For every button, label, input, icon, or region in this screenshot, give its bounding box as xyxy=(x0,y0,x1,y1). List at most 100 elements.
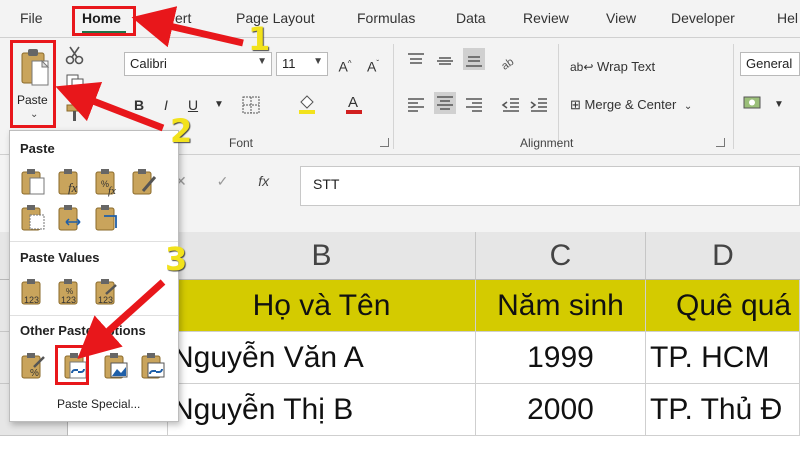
formula-input[interactable]: STT xyxy=(300,166,800,206)
align-middle-icon[interactable] xyxy=(434,50,456,72)
paste-values-number-format-icon[interactable]: % 123 xyxy=(55,277,85,307)
column-header-b[interactable]: B xyxy=(168,232,476,280)
table-cell[interactable]: 2000 xyxy=(476,384,646,436)
table-header-cell[interactable]: Năm sinh xyxy=(476,280,646,332)
transpose-icon[interactable] xyxy=(92,203,122,233)
wrap-text-icon: ab↩ xyxy=(570,60,594,74)
picture-icon[interactable] xyxy=(101,351,131,381)
svg-text:fx: fx xyxy=(68,180,78,195)
formula-buttons: ✕ ✓ fx xyxy=(175,173,269,190)
paste-link-highlight xyxy=(55,345,89,385)
increase-font-icon[interactable]: A^ xyxy=(334,53,356,75)
paste-button-highlight xyxy=(10,40,56,128)
increase-indent-icon[interactable] xyxy=(528,94,550,116)
paste-values-source-formatting-icon[interactable]: 123 xyxy=(92,277,122,307)
decrease-indent-icon[interactable] xyxy=(500,94,522,116)
table-cell[interactable]: Nguyễn Văn A xyxy=(168,332,476,384)
svg-text:ab: ab xyxy=(499,56,516,72)
font-size-value: 11 xyxy=(282,56,296,71)
menu-divider xyxy=(10,241,178,242)
other-paste-options-heading: Other Paste Options xyxy=(20,323,146,338)
bold-button[interactable]: B xyxy=(128,94,150,116)
menu-divider xyxy=(10,315,178,316)
table-cell[interactable]: Nguyễn Thị B xyxy=(168,384,476,436)
cut-icon[interactable] xyxy=(64,44,86,66)
paste-section-heading: Paste xyxy=(20,141,55,156)
paste-options-menu: Paste fx % fx Paste Values 123 % 123 123… xyxy=(9,130,179,422)
font-name-value: Calibri xyxy=(130,56,167,71)
home-tab-highlight xyxy=(72,6,136,36)
step-number-3: 3 xyxy=(165,240,188,278)
group-divider xyxy=(558,44,559,149)
table-cell[interactable]: TP. Thủ Đ xyxy=(646,384,800,436)
tab-file[interactable]: File xyxy=(20,10,43,26)
no-borders-icon[interactable] xyxy=(18,203,48,233)
svg-text:%: % xyxy=(30,368,39,379)
column-header-d[interactable]: D xyxy=(646,232,800,280)
confirm-icon[interactable]: ✓ xyxy=(217,173,229,189)
font-group-label: Font xyxy=(229,136,254,150)
chevron-down-icon[interactable]: ▼ xyxy=(768,94,790,116)
tab-view[interactable]: View xyxy=(606,10,636,26)
decrease-font-icon[interactable]: Aˇ xyxy=(362,53,384,75)
chevron-down-icon: ▼ xyxy=(313,56,323,67)
wrap-text-label: Wrap Text xyxy=(597,59,656,74)
column-header-c[interactable]: C xyxy=(476,232,646,280)
paste-values-heading: Paste Values xyxy=(20,250,100,265)
tab-help[interactable]: Hel xyxy=(777,10,798,26)
chevron-down-icon[interactable]: ▼ xyxy=(208,94,230,116)
number-format-value: General xyxy=(746,56,793,71)
wrap-text-button[interactable]: ab↩ Wrap Text xyxy=(570,59,655,74)
chevron-down-icon[interactable]: ⌄ xyxy=(684,101,692,112)
borders-icon[interactable] xyxy=(240,94,262,116)
align-right-icon[interactable] xyxy=(463,94,485,116)
font-color-icon[interactable]: A xyxy=(343,92,365,114)
tab-developer[interactable]: Developer xyxy=(671,10,735,26)
svg-text:A: A xyxy=(348,94,358,111)
step-number-2: 2 xyxy=(170,112,193,150)
paste-formulas-icon[interactable]: fx xyxy=(55,167,85,197)
align-bottom-icon[interactable] xyxy=(463,48,485,70)
group-divider xyxy=(393,44,394,149)
linked-picture-icon[interactable] xyxy=(138,351,168,381)
table-cell[interactable]: 1999 xyxy=(476,332,646,384)
formatting-icon[interactable]: % xyxy=(18,351,48,381)
format-painter-icon[interactable] xyxy=(64,102,86,124)
font-size-select[interactable]: 11 ▼ xyxy=(276,52,328,76)
tab-formulas[interactable]: Formulas xyxy=(357,10,415,26)
paste-icon[interactable] xyxy=(18,167,48,197)
merge-center-button[interactable]: ⊞ Merge & Center ⌄ xyxy=(570,97,692,113)
function-icon[interactable]: fx xyxy=(258,173,269,189)
tab-data[interactable]: Data xyxy=(456,10,486,26)
fill-color-icon[interactable] xyxy=(296,92,318,114)
svg-text:123: 123 xyxy=(61,295,76,305)
paste-formulas-number-format-icon[interactable]: % fx xyxy=(92,167,122,197)
align-top-icon[interactable] xyxy=(405,50,427,72)
font-dialog-launcher-icon[interactable] xyxy=(380,138,389,147)
table-header-cell[interactable]: Họ và Tên xyxy=(168,280,476,332)
alignment-group-label: Alignment xyxy=(520,136,574,150)
tab-insert[interactable]: ert xyxy=(175,10,191,26)
alignment-dialog-launcher-icon[interactable] xyxy=(716,138,725,147)
number-format-select[interactable]: General xyxy=(740,52,800,76)
group-divider xyxy=(733,44,734,149)
svg-text:123: 123 xyxy=(24,295,39,305)
currency-icon[interactable] xyxy=(742,92,764,114)
align-center-icon[interactable] xyxy=(434,92,456,114)
copy-icon[interactable] xyxy=(64,72,86,94)
formula-value: STT xyxy=(313,176,340,192)
paste-special-menu-item[interactable]: Paste Special... xyxy=(57,397,140,411)
svg-text:123: 123 xyxy=(98,295,113,305)
table-cell[interactable]: TP. HCM xyxy=(646,332,800,384)
orientation-icon[interactable]: ab xyxy=(498,50,520,72)
merge-icon: ⊞ xyxy=(570,97,581,112)
align-left-icon[interactable] xyxy=(405,94,427,116)
keep-source-formatting-icon[interactable] xyxy=(129,167,159,197)
step-number-1: 1 xyxy=(248,20,271,58)
merge-center-label: Merge & Center xyxy=(584,97,677,112)
tab-review[interactable]: Review xyxy=(523,10,569,26)
keep-column-widths-icon[interactable] xyxy=(55,203,85,233)
table-header-cell[interactable]: Quê quá xyxy=(646,280,800,332)
svg-text:fx: fx xyxy=(108,185,116,197)
paste-values-icon[interactable]: 123 xyxy=(18,277,48,307)
